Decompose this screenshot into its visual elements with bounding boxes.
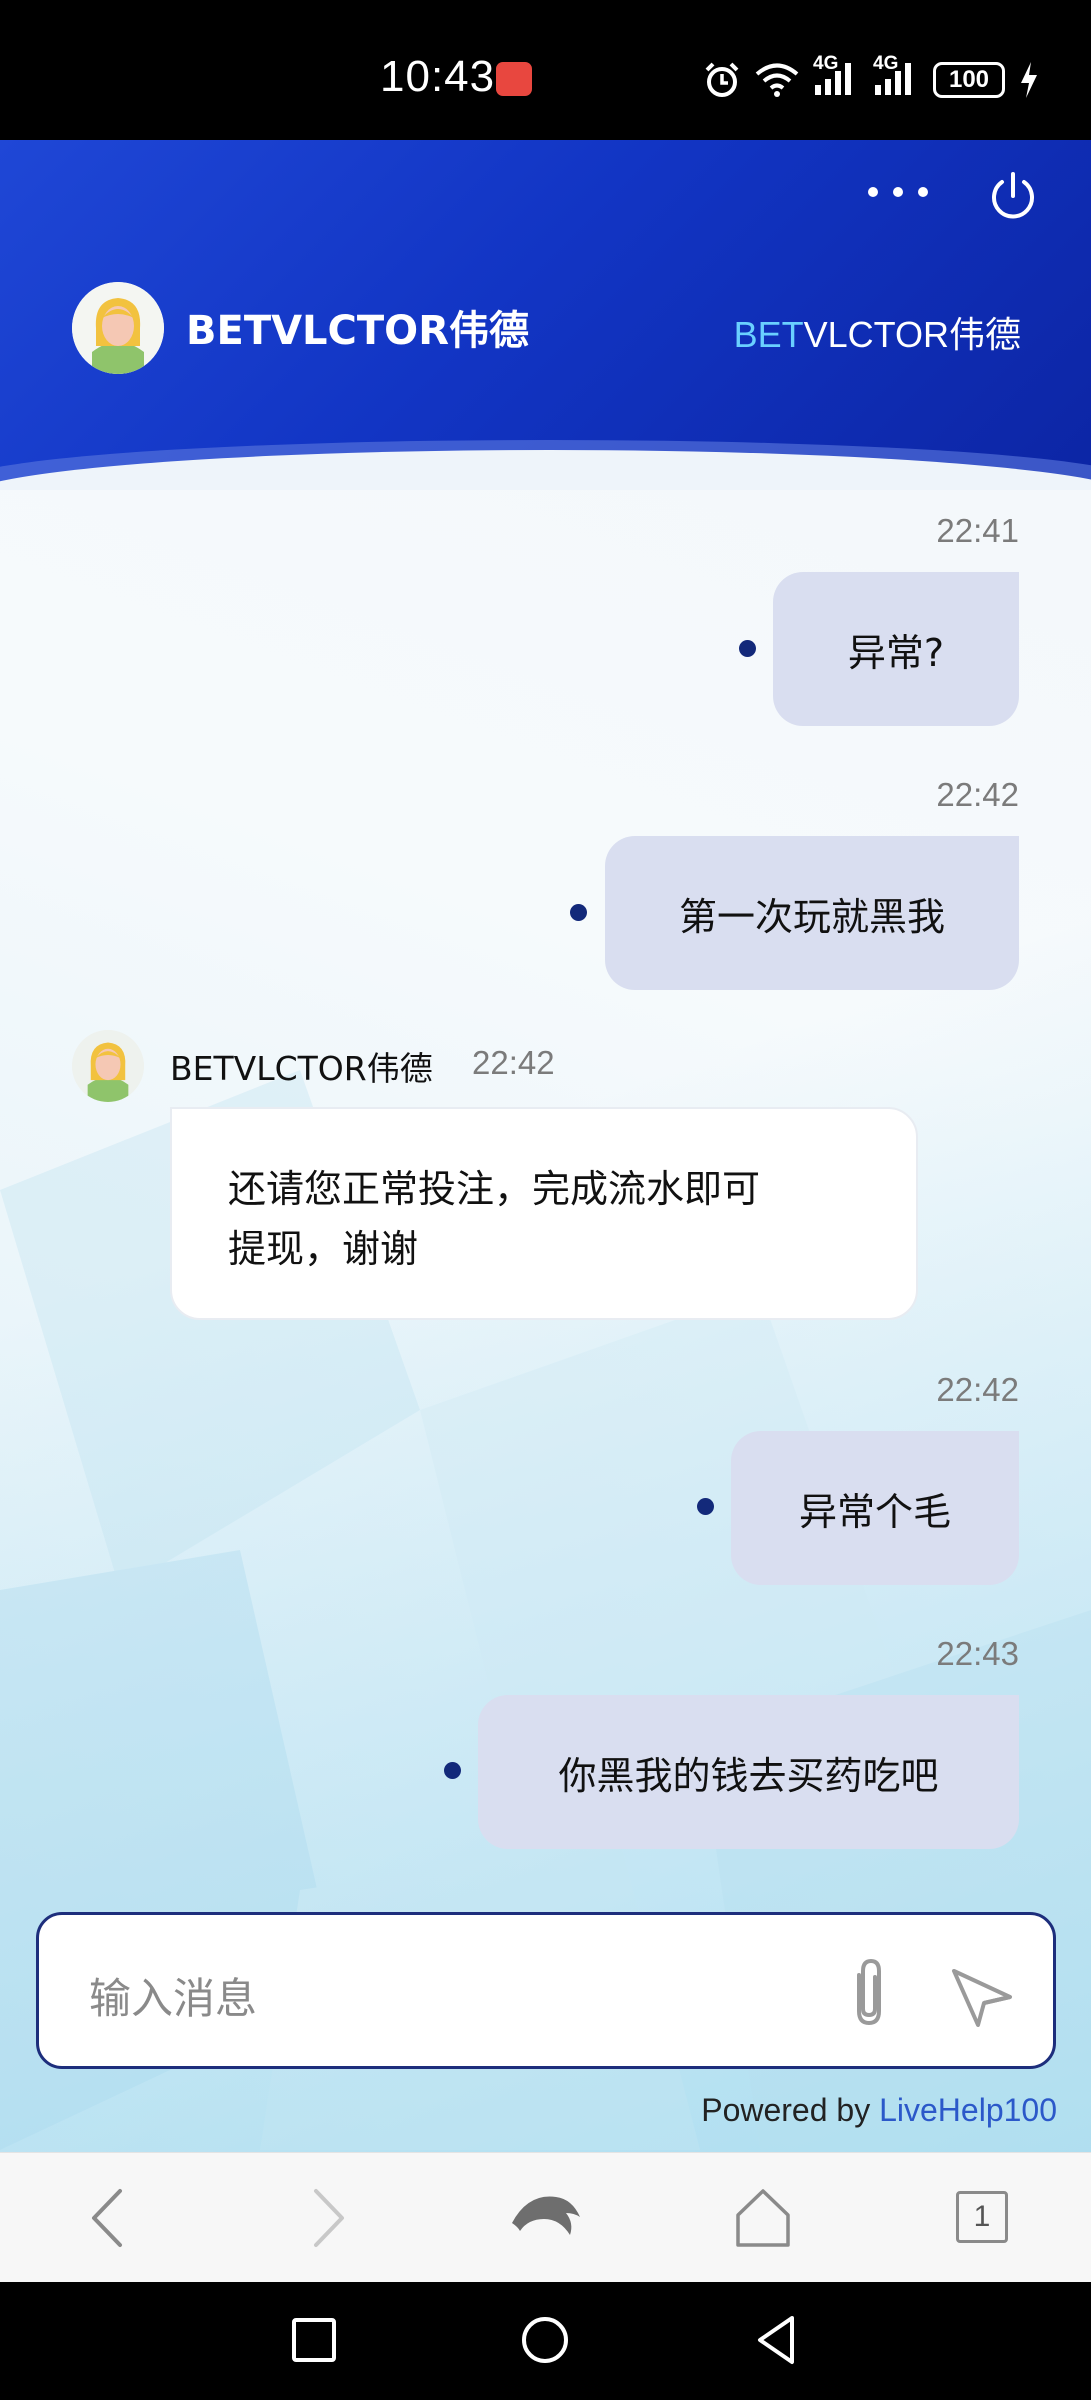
brand-logo-prefix: BET xyxy=(733,314,804,355)
more-icon xyxy=(868,187,878,197)
powered-by: Powered by LiveHelp100 xyxy=(701,2092,1057,2129)
message-time: 22:41 xyxy=(936,512,1019,549)
user-message-bubble[interactable]: 第一次玩就黑我 xyxy=(605,836,1019,990)
status-bar: 10:43 4G 4G 100 xyxy=(0,0,1091,140)
message-input[interactable]: 输入消息 xyxy=(36,1912,1056,2069)
send-icon[interactable] xyxy=(950,1963,1014,2027)
home-icon[interactable] xyxy=(728,2183,798,2253)
more-button[interactable] xyxy=(868,180,928,204)
huawei-app-icon xyxy=(496,62,532,96)
agent-message-bubble[interactable]: 还请您正常投注，完成流水即可 提现，谢谢 xyxy=(170,1107,918,1320)
back-icon[interactable] xyxy=(76,2183,146,2253)
agent-avatar xyxy=(72,1030,144,1102)
network-label-1: 4G xyxy=(813,53,839,74)
agent-avatar-large xyxy=(72,282,164,374)
read-status-dot xyxy=(739,640,756,657)
wifi-icon xyxy=(755,63,799,97)
powered-by-prefix: Powered by xyxy=(701,2092,871,2128)
message-time: 22:42 xyxy=(936,1371,1019,1408)
system-navigation-bar xyxy=(0,2282,1091,2400)
status-icons: 4G 4G 100 xyxy=(703,53,1039,102)
read-status-dot xyxy=(570,904,587,921)
recent-apps-icon[interactable] xyxy=(284,2310,344,2370)
agent-message-line: 还请您正常投注，完成流水即可 xyxy=(228,1167,761,1211)
attach-icon[interactable] xyxy=(839,1953,899,2033)
message-time: 22:42 xyxy=(472,1044,555,1081)
status-time: 10:43 xyxy=(380,52,496,101)
browser-toolbar: 1 xyxy=(0,2152,1091,2282)
brand-logo: BETVLCTOR伟德 xyxy=(734,306,1021,358)
read-status-dot xyxy=(444,1762,461,1779)
charging-icon xyxy=(1021,62,1037,98)
tabs-icon[interactable]: 1 xyxy=(946,2183,1016,2253)
agent-message-line: 提现，谢谢 xyxy=(228,1227,419,1271)
signal-icon: 4G xyxy=(873,53,919,101)
alarm-icon xyxy=(705,62,739,97)
battery-icon: 100 xyxy=(933,62,1005,98)
message-time: 22:43 xyxy=(936,1635,1019,1672)
home-circle-icon[interactable] xyxy=(515,2310,575,2370)
dolphin-icon[interactable] xyxy=(508,2183,584,2253)
signal-icon: 4G xyxy=(813,53,859,101)
livehelp-link[interactable]: LiveHelp100 xyxy=(879,2092,1057,2128)
power-icon[interactable] xyxy=(985,168,1041,224)
user-message-bubble[interactable]: 你黑我的钱去买药吃吧 xyxy=(478,1695,1019,1849)
read-status-dot xyxy=(697,1498,714,1515)
forward-icon[interactable] xyxy=(290,2183,360,2253)
user-message-bubble[interactable]: 异常? xyxy=(773,572,1019,726)
brand-logo-suffix: VLCTOR伟德 xyxy=(803,314,1021,355)
chat-header: BETVLCTOR伟德 BETVLCTOR伟德 xyxy=(0,140,1091,500)
header-title: BETVLCTOR伟德 xyxy=(186,308,529,354)
chat-area[interactable] xyxy=(0,490,1091,2155)
tab-count: 1 xyxy=(956,2191,1008,2243)
user-message-bubble[interactable]: 异常个毛 xyxy=(731,1431,1019,1585)
network-label-2: 4G xyxy=(873,53,899,74)
message-input-placeholder: 输入消息 xyxy=(89,1974,258,2023)
back-triangle-icon[interactable] xyxy=(748,2310,808,2370)
agent-name: BETVLCTOR伟德 xyxy=(170,1049,433,1088)
message-time: 22:42 xyxy=(936,776,1019,813)
